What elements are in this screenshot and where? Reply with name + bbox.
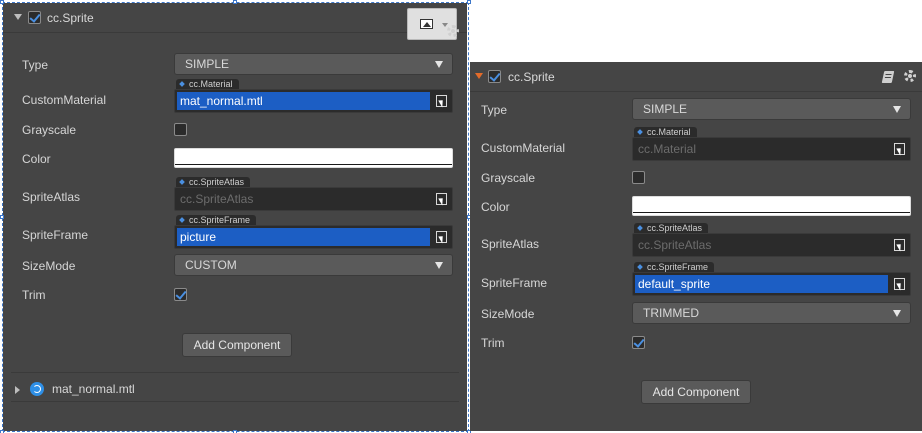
add-component-button[interactable]: Add Component xyxy=(641,380,751,404)
color-swatch[interactable] xyxy=(632,196,911,216)
chevron-down-icon xyxy=(442,23,448,27)
prop-row-sprite-frame: SpriteFrame cc.SpriteFrame default_sprit… xyxy=(470,262,922,298)
collapse-arrow-icon[interactable] xyxy=(475,73,483,79)
asset-input[interactable]: cc.Material xyxy=(632,137,911,161)
asset-input[interactable]: cc.SpriteAtlas xyxy=(174,187,453,211)
asset-picker-icon[interactable] xyxy=(435,230,449,244)
select-value: SIMPLE xyxy=(643,102,688,116)
custom-material-field[interactable]: cc.Material mat_normal.mtl xyxy=(174,79,453,115)
prop-label: Color xyxy=(481,200,510,214)
prop-row-sprite-atlas: SpriteAtlas cc.SpriteAtlas cc.SpriteAtla… xyxy=(3,177,467,213)
asset-input[interactable]: cc.SpriteAtlas xyxy=(632,233,911,257)
select-value: TRIMMED xyxy=(643,306,699,320)
grayscale-checkbox[interactable] xyxy=(174,123,187,136)
prop-row-custom-material: CustomMaterial cc.Material cc.Material xyxy=(470,127,922,163)
trim-checkbox[interactable] xyxy=(632,336,645,349)
component-header[interactable]: cc.Sprite xyxy=(470,62,922,92)
material-name: mat_normal.mtl xyxy=(52,382,135,396)
asset-picker-icon[interactable] xyxy=(435,192,449,206)
book-icon[interactable] xyxy=(881,71,895,83)
chevron-down-icon xyxy=(435,262,443,269)
collapse-arrow-icon[interactable] xyxy=(14,14,22,20)
asset-value: cc.Material xyxy=(638,142,697,156)
asset-value: default_sprite xyxy=(635,275,888,293)
gear-icon[interactable] xyxy=(904,70,916,82)
prop-row-color: Color xyxy=(3,147,467,171)
asset-picker-icon[interactable] xyxy=(893,238,907,252)
sprite-frame-field[interactable]: cc.SpriteFrame picture xyxy=(174,215,453,251)
divider xyxy=(11,401,459,402)
asset-value: cc.SpriteAtlas xyxy=(638,238,712,252)
chevron-down-icon xyxy=(893,310,901,317)
asset-value: cc.SpriteAtlas xyxy=(180,192,254,206)
image-icon xyxy=(420,19,433,29)
prop-label: Trim xyxy=(481,336,505,350)
sprite-frame-field[interactable]: cc.SpriteFrame default_sprite xyxy=(632,262,911,298)
type-select[interactable]: SIMPLE xyxy=(632,98,911,120)
prop-label: Color xyxy=(22,152,51,166)
asset-value: mat_normal.mtl xyxy=(177,92,430,110)
material-section[interactable]: mat_normal.mtl xyxy=(3,380,467,398)
component-header[interactable]: cc.Sprite xyxy=(3,3,467,33)
gear-icon[interactable] xyxy=(447,25,459,37)
sprite-atlas-field[interactable]: cc.SpriteAtlas cc.SpriteAtlas xyxy=(632,223,911,259)
expand-arrow-icon[interactable] xyxy=(15,386,20,394)
prop-label: SizeMode xyxy=(481,307,535,321)
asset-input[interactable]: default_sprite xyxy=(632,272,911,296)
component-enabled-checkbox[interactable] xyxy=(28,11,41,24)
asset-value: picture xyxy=(177,228,430,246)
size-mode-select[interactable]: CUSTOM xyxy=(174,254,453,276)
prop-label: SpriteAtlas xyxy=(22,190,81,204)
add-component-button[interactable]: Add Component xyxy=(182,333,292,357)
prop-row-sprite-atlas: SpriteAtlas cc.SpriteAtlas cc.SpriteAtla… xyxy=(470,223,922,259)
prop-row-grayscale: Grayscale xyxy=(3,120,467,140)
prop-label: SizeMode xyxy=(22,259,76,273)
resize-handle[interactable] xyxy=(467,0,471,4)
divider xyxy=(11,372,459,373)
prop-row-sprite-frame: SpriteFrame cc.SpriteFrame picture xyxy=(3,215,467,251)
inspector-panel-right: cc.Sprite Type SIMPLE CustomMaterial cc.… xyxy=(470,62,922,431)
grayscale-checkbox[interactable] xyxy=(632,171,645,184)
prop-label: Type xyxy=(22,58,49,72)
inspector-panel-left: cc.Sprite Type SIMPLE CustomMaterial cc.… xyxy=(3,3,467,431)
component-enabled-checkbox[interactable] xyxy=(488,70,501,83)
prop-row-size-mode: SizeMode TRIMMED xyxy=(470,302,922,326)
prop-label: Grayscale xyxy=(22,123,77,137)
select-value: CUSTOM xyxy=(185,258,237,272)
chevron-down-icon xyxy=(893,106,901,113)
component-title: cc.Sprite xyxy=(47,11,94,25)
prop-label: CustomMaterial xyxy=(22,93,107,107)
asset-picker-icon[interactable] xyxy=(435,94,449,108)
trim-checkbox[interactable] xyxy=(174,288,187,301)
prop-label: Trim xyxy=(22,288,46,302)
size-mode-select[interactable]: TRIMMED xyxy=(632,302,911,324)
prop-row-custom-material: CustomMaterial cc.Material mat_normal.mt… xyxy=(3,79,467,115)
select-value: SIMPLE xyxy=(185,57,230,71)
prop-label: SpriteAtlas xyxy=(481,237,540,251)
chevron-down-icon xyxy=(435,61,443,68)
color-swatch[interactable] xyxy=(174,148,453,168)
component-title: cc.Sprite xyxy=(508,70,555,84)
custom-material-field[interactable]: cc.Material cc.Material xyxy=(632,127,911,163)
prop-row-size-mode: SizeMode CUSTOM xyxy=(3,254,467,278)
material-asset-icon xyxy=(30,382,44,396)
prop-label: Type xyxy=(481,103,508,117)
prop-label: CustomMaterial xyxy=(481,141,566,155)
type-select[interactable]: SIMPLE xyxy=(174,53,453,75)
prop-label: SpriteFrame xyxy=(22,228,89,242)
prop-row-trim: Trim xyxy=(470,333,922,353)
sprite-atlas-field[interactable]: cc.SpriteAtlas cc.SpriteAtlas xyxy=(174,177,453,213)
prop-row-type: Type SIMPLE xyxy=(470,98,922,122)
asset-input[interactable]: picture xyxy=(174,225,453,249)
prop-label: SpriteFrame xyxy=(481,276,548,290)
prop-row-trim: Trim xyxy=(3,285,467,305)
prop-row-type: Type SIMPLE xyxy=(3,53,467,79)
asset-picker-icon[interactable] xyxy=(893,142,907,156)
asset-picker-icon[interactable] xyxy=(893,277,907,291)
prop-label: Grayscale xyxy=(481,171,536,185)
prop-row-color: Color xyxy=(470,195,922,219)
prop-row-grayscale: Grayscale xyxy=(470,168,922,188)
asset-input[interactable]: mat_normal.mtl xyxy=(174,89,453,113)
